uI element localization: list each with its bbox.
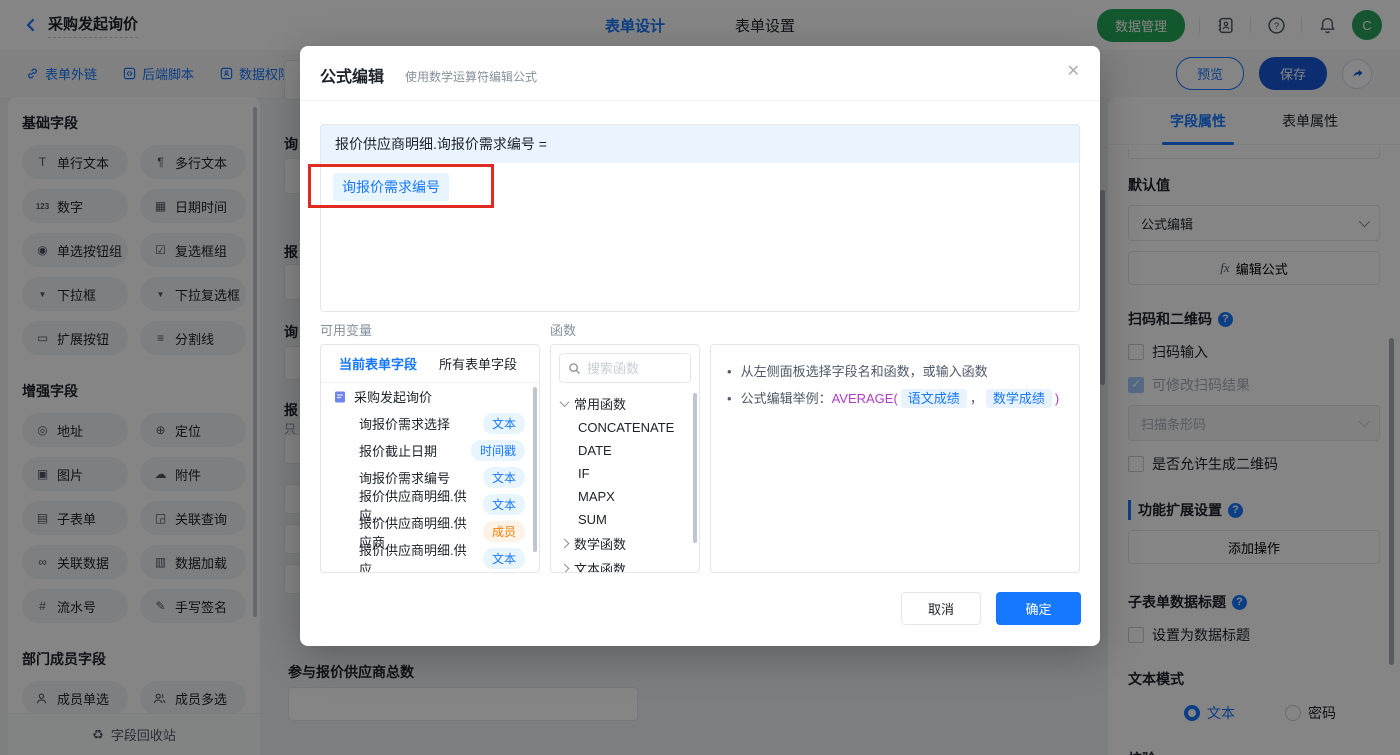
function-group-common[interactable]: 常用函数 [551, 391, 699, 416]
variable-item[interactable]: 询报价需求选择 文本 [321, 410, 539, 437]
functions-scrollbar[interactable] [693, 393, 697, 543]
variables-panel: 当前表单字段 所有表单字段 采购发起询价 询报价需求选择 文本 报价截止日期 时… [320, 344, 540, 573]
variable-item[interactable]: 报价供应商明细.供应... 文本 [321, 543, 539, 572]
functions-label: 函数 [550, 323, 577, 338]
variable-name: 询报价需求编号 [359, 471, 451, 486]
function-search [559, 353, 691, 383]
modal-title: 公式编辑 [320, 69, 385, 86]
formula-field-token[interactable]: 询报价需求编号 [333, 173, 449, 201]
example-function-close: ) [1054, 391, 1060, 406]
help-tip-1: 从左侧面板选择字段名和函数，或输入函数 [727, 358, 1063, 385]
formula-target: 报价供应商明细.询报价需求编号 = [321, 125, 1079, 163]
formula-help-panel: 从左侧面板选择字段名和函数，或输入函数 公式编辑举例：AVERAGE(语文成绩，… [710, 344, 1080, 573]
example-comma: ， [969, 391, 983, 406]
cancel-button[interactable]: 取消 [901, 592, 981, 625]
chevron-right-icon [559, 538, 570, 549]
example-token: 数学成绩 [985, 389, 1052, 408]
function-search-input[interactable] [587, 360, 682, 376]
functions-panel: 常用函数 CONCATENATE DATE IF MAPX SUM 数学函数 文… [550, 344, 700, 573]
formula-input-area[interactable]: 询报价需求编号 [321, 163, 1079, 311]
tab-current-form-fields[interactable]: 当前表单字段 [339, 354, 417, 373]
group-label: 文本函数 [574, 562, 627, 573]
type-tag: 文本 [482, 548, 525, 569]
type-tag: 文本 [482, 413, 525, 434]
formula-edit-modal: 公式编辑 使用数学运算符编辑公式 ✕ 报价供应商明细.询报价需求编号 = 询报价… [300, 46, 1100, 646]
modal-subtitle: 使用数学运算符编辑公式 [405, 70, 538, 84]
modal-header-divider [300, 100, 1100, 101]
tree-root-label: 采购发起询价 [354, 390, 433, 405]
formula-editor: 报价供应商明细.询报价需求编号 = 询报价需求编号 [320, 124, 1080, 312]
function-item[interactable]: IF [551, 462, 699, 485]
example-token: 语文成绩 [900, 389, 967, 408]
type-tag: 时间戳 [470, 440, 525, 461]
type-tag: 文本 [482, 494, 525, 515]
variable-item[interactable]: 报价截止日期 时间戳 [321, 437, 539, 464]
tab-all-form-fields[interactable]: 所有表单字段 [439, 354, 517, 373]
function-item[interactable]: SUM [551, 508, 699, 531]
function-item[interactable]: MAPX [551, 485, 699, 508]
confirm-button[interactable]: 确定 [996, 592, 1081, 625]
example-function: AVERAGE( [831, 391, 898, 406]
chevron-down-icon [559, 397, 570, 408]
function-item[interactable]: CONCATENATE [551, 416, 699, 439]
variable-name: 询报价需求选择 [359, 417, 451, 432]
variable-name: 报价截止日期 [359, 444, 438, 459]
close-icon[interactable]: ✕ [1067, 61, 1080, 81]
variables-tabs: 当前表单字段 所有表单字段 [321, 345, 539, 383]
type-tag: 文本 [482, 467, 525, 488]
variables-label: 可用变量 [320, 323, 373, 338]
group-label: 常用函数 [574, 397, 627, 412]
example-label: 公式编辑举例： [740, 391, 832, 406]
chevron-right-icon [559, 563, 570, 572]
variable-tree-root[interactable]: 采购发起询价 [321, 383, 539, 410]
function-group-math[interactable]: 数学函数 [551, 531, 699, 556]
search-icon [569, 362, 580, 374]
type-tag: 成员 [482, 521, 525, 542]
form-doc-icon [333, 390, 347, 404]
form-designer-app: 采购发起询价 表单设计 表单设置 数据管理 ? C 表单外链 后端脚本 数据权限… [0, 0, 1400, 755]
group-label: 数学函数 [574, 537, 627, 552]
function-item[interactable]: DATE [551, 439, 699, 462]
variable-name: 报价供应商明细.供应... [359, 542, 467, 573]
function-group-text[interactable]: 文本函数 [551, 556, 699, 573]
variables-scrollbar[interactable] [533, 387, 537, 552]
help-tip-2: 公式编辑举例：AVERAGE(语文成绩，数学成绩) [727, 385, 1063, 412]
